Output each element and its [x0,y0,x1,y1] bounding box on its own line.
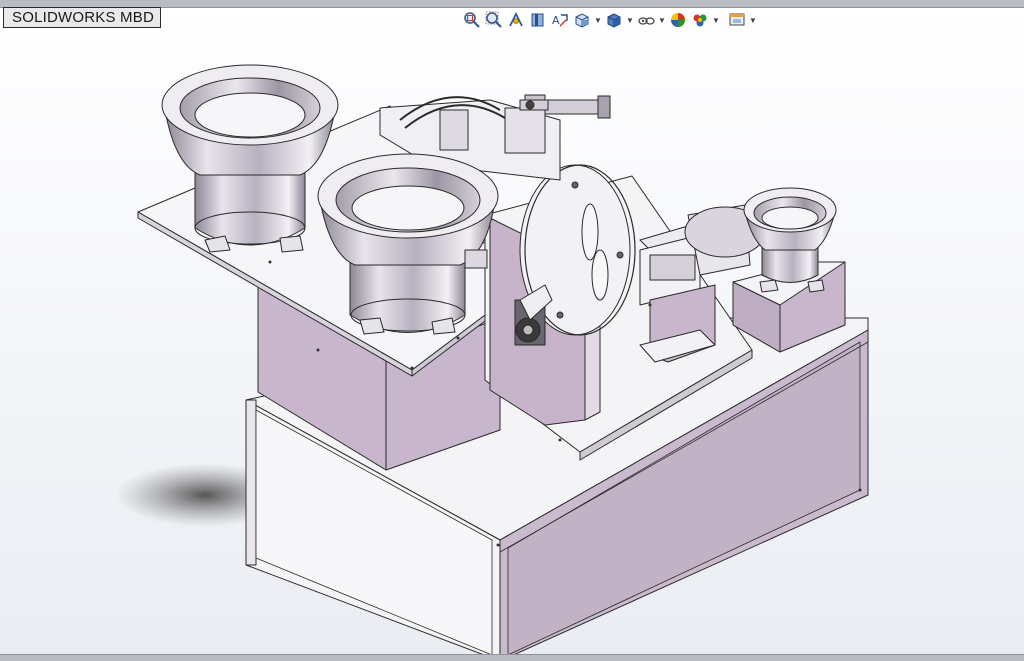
graphics-area[interactable]: SOLIDWORKS MBD A ▼ ▼ ▼ ▼ ▼ [0,0,1024,661]
window-bottom-border [0,654,1024,661]
assembly-model[interactable] [0,0,1024,661]
